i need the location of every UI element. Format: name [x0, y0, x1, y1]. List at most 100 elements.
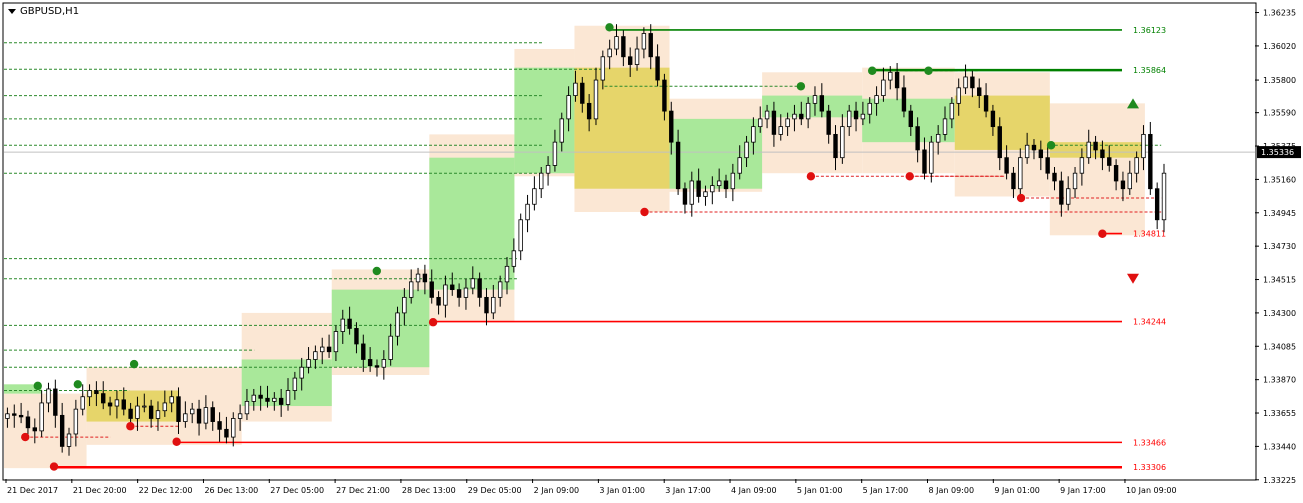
candle-body	[846, 110, 852, 128]
price-chart[interactable]: 1.36123 1.35864 1.34811 1.34244 1.33466 1.333…	[0, 0, 1303, 503]
pivot-low-marker	[640, 207, 649, 217]
candle-body	[80, 396, 85, 410]
x-tick-label: 27 Dec 21:00	[336, 486, 390, 495]
x-tick-label: 8 Jan 09:00	[928, 486, 974, 495]
y-tick-label: 1.34945	[1263, 209, 1296, 218]
candle-body	[1031, 144, 1037, 151]
candle-body	[244, 400, 250, 415]
candle-body	[388, 335, 393, 360]
y-tick-label: 1.33870	[1263, 376, 1296, 385]
candle-body	[258, 394, 263, 399]
candle-body	[285, 390, 291, 405]
candle-body	[354, 328, 359, 345]
candle-body	[997, 126, 1002, 159]
x-tick-label: 3 Jan 01:00	[599, 486, 645, 495]
candle-body	[1065, 188, 1071, 205]
candle-body	[5, 413, 10, 419]
candle-body	[723, 180, 729, 190]
zone-rect	[862, 98, 955, 143]
candle-body	[39, 402, 44, 432]
candle-body	[443, 284, 448, 306]
current-price-label: 1.35336	[1261, 148, 1294, 157]
candle-body	[210, 407, 215, 422]
candle-body	[1093, 141, 1098, 151]
candle-body	[497, 281, 503, 298]
candle-body	[970, 76, 975, 89]
candle-body	[1004, 157, 1009, 174]
y-tick-label: 1.36020	[1263, 42, 1296, 51]
candle-body	[1127, 172, 1132, 190]
y-tick-label: 1.34730	[1263, 242, 1296, 251]
candle-body	[710, 185, 715, 193]
y-tick-label: 1.35800	[1263, 76, 1296, 85]
candle-body	[148, 405, 154, 419]
x-tick-label: 21 Dec 20:00	[73, 486, 127, 495]
candle-body	[32, 427, 37, 432]
candle-body	[696, 180, 701, 197]
level-label: 1.34244	[1133, 318, 1166, 327]
candle-body	[977, 87, 982, 96]
zone-rect	[429, 157, 515, 290]
candle-body	[169, 396, 174, 404]
candle-body	[1052, 172, 1057, 182]
candle-body	[778, 126, 783, 135]
candle-body	[1100, 149, 1105, 159]
candle-body	[730, 172, 736, 190]
candle-body	[607, 48, 612, 58]
candle-body	[833, 133, 838, 159]
candle-body	[1086, 141, 1091, 159]
candle-body	[525, 203, 530, 221]
candle-body	[1072, 172, 1078, 190]
candle-body	[504, 265, 510, 283]
candle-body	[621, 36, 626, 58]
zone-rect	[1049, 103, 1145, 236]
candle-body	[367, 359, 373, 367]
candle-body	[107, 402, 113, 407]
candle-body	[436, 296, 441, 306]
candle-body	[935, 133, 941, 143]
candle-body	[320, 346, 325, 353]
pivot-low-marker	[172, 437, 181, 446]
candle-body	[121, 399, 126, 410]
pivot-low-marker	[1098, 229, 1107, 238]
x-tick-label: 9 Jan 01:00	[994, 486, 1040, 495]
candle-body	[415, 273, 421, 283]
candle-body	[689, 180, 694, 205]
candle-body	[559, 118, 564, 143]
candle-body	[224, 428, 229, 438]
candle-body	[764, 110, 770, 120]
candle-body	[1011, 172, 1016, 190]
candle-body	[470, 278, 475, 289]
pivot-high-marker	[1046, 141, 1056, 150]
candle-body	[737, 157, 742, 174]
candle-body	[799, 113, 804, 120]
candle-body	[641, 33, 647, 50]
y-tick-label: 1.36235	[1263, 9, 1296, 18]
y-axis: 1.362351.360201.358001.355901.353751.351…	[1255, 9, 1301, 485]
candle-body	[162, 402, 168, 412]
symbol-label: GBPUSD,H1	[20, 6, 80, 17]
pivot-low-marker	[1016, 193, 1026, 203]
candle-body	[456, 289, 462, 298]
candle-body	[1141, 133, 1146, 159]
candle-body	[580, 82, 585, 104]
candle-body	[915, 126, 920, 151]
dropdown-triangle-icon[interactable]	[8, 9, 16, 14]
candle-body	[155, 410, 161, 419]
candle-body	[990, 110, 996, 128]
candle-body	[313, 351, 318, 360]
candle-body	[1038, 149, 1044, 159]
candle-body	[1045, 157, 1050, 174]
candle-body	[744, 141, 749, 159]
chart-title[interactable]: GBPUSD,H1	[8, 6, 79, 17]
candle-body	[518, 219, 523, 252]
candle-body	[566, 95, 571, 120]
candle-body	[983, 95, 989, 112]
candle-body	[593, 79, 599, 120]
candle-body	[826, 110, 831, 135]
candle-body	[94, 390, 99, 395]
candle-body	[1059, 180, 1064, 205]
candle-body	[422, 273, 428, 283]
candle-body	[860, 113, 866, 120]
level-label: 1.36123	[1133, 26, 1166, 35]
